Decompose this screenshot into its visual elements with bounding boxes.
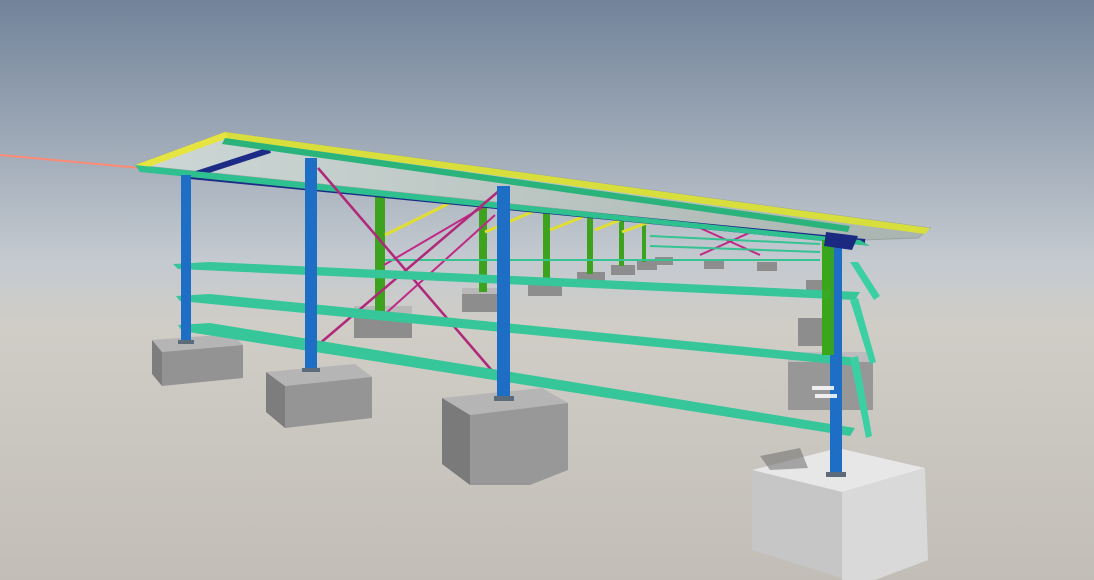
column-2 — [305, 158, 317, 370]
footing-1 — [152, 334, 243, 386]
model-scene[interactable] — [0, 0, 1094, 580]
3d-viewport[interactable] — [0, 0, 1094, 580]
end-column-green — [822, 240, 834, 355]
footing-2 — [266, 364, 372, 428]
column-3 — [497, 186, 510, 398]
column-1 — [181, 175, 191, 342]
footing-3 — [442, 388, 568, 485]
